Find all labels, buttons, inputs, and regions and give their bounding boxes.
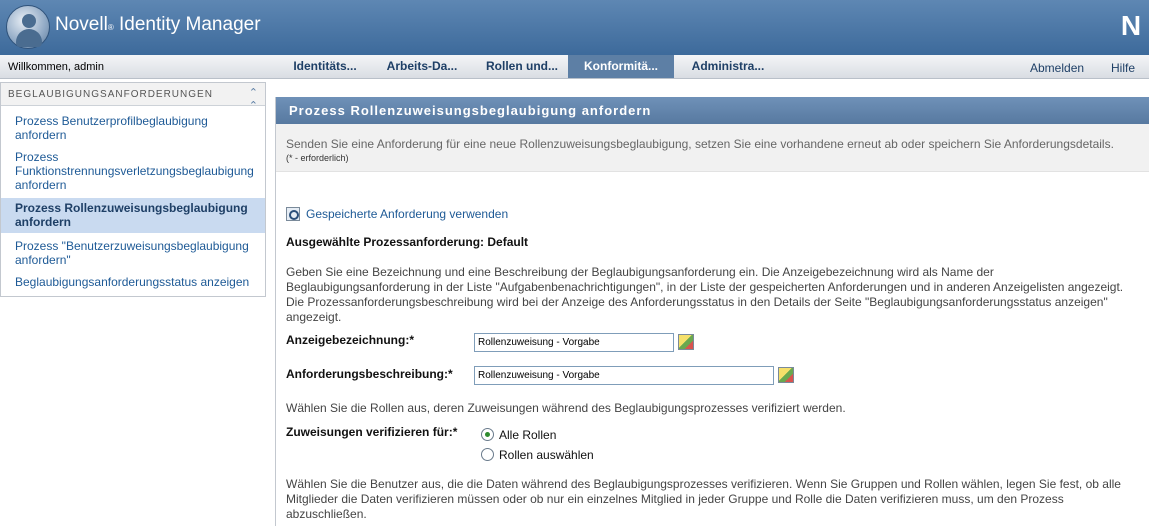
radio-select-roles[interactable]: Rollen auswählen (481, 448, 594, 462)
intro-box: Senden Sie eine Anforderung für eine neu… (276, 124, 1149, 172)
instructions-text: Geben Sie eine Bezeichnung und eine Besc… (286, 265, 1124, 324)
main-panel: Prozess Rollenzuweisungsbeglaubigung anf… (275, 97, 1149, 526)
localize-icon[interactable] (678, 334, 694, 350)
display-label: Anzeigebezeichnung:* (286, 333, 415, 347)
collapse-icon[interactable]: ⌃ ⌃ (249, 86, 259, 112)
roles-instruction: Wählen Sie die Rollen aus, deren Zuweisu… (286, 401, 846, 415)
sidebar-header: BEGLAUBIGUNGSANFORDERUNGEN ⌃ ⌃ (1, 83, 265, 112)
magnifier-icon (286, 207, 300, 221)
radio-all-roles[interactable]: Alle Rollen (481, 428, 556, 442)
display-name-input[interactable] (474, 333, 674, 352)
use-saved-label: Gespeicherte Anforderung verwenden (306, 207, 509, 221)
tab-identitaet[interactable]: Identitäts... (282, 55, 368, 78)
sidebar-item-benutzerzuweisung[interactable]: Prozess "Benutzerzuweisungsbeglaubigung … (1, 239, 265, 267)
users-instruction: Wählen Sie die Benutzer aus, die die Dat… (286, 477, 1121, 521)
app-product: Identity Manager (113, 14, 261, 35)
required-note: (* - erforderlich) (286, 153, 349, 163)
localize-icon[interactable] (778, 367, 794, 383)
verify-label: Zuweisungen verifizieren für:* (286, 425, 458, 439)
tab-administration[interactable]: Administra... (682, 55, 774, 78)
help-link[interactable]: Hilfe (1111, 61, 1135, 75)
description-input[interactable] (474, 366, 774, 385)
logout-link[interactable]: Abmelden (1030, 61, 1084, 75)
radio-all-label: Alle Rollen (499, 428, 557, 442)
welcome-text: Willkommen, admin (8, 61, 104, 73)
sidebar-item-rollenzuweisung[interactable]: Prozess Rollenzuweisungsbeglaubigung anf… (1, 198, 265, 233)
novell-logo-icon (6, 5, 50, 49)
app-title: Novell® Identity Manager (55, 14, 261, 36)
nav-bar: Willkommen, admin Identitäts... Arbeits-… (0, 55, 1149, 79)
use-saved-request-link[interactable]: Gespeicherte Anforderung verwenden (286, 207, 508, 221)
tab-rollen[interactable]: Rollen und... (476, 55, 568, 78)
panel-description: Senden Sie eine Anforderung für eine neu… (286, 137, 1114, 151)
sidebar-item-benutzerprofil[interactable]: Prozess Benutzerprofilbeglaubigung anfor… (1, 114, 265, 142)
selected-request: Ausgewählte Prozessanforderung: Default (286, 235, 529, 249)
app-header: Novell® Identity Manager N (0, 0, 1149, 55)
radio-unselected-icon[interactable] (481, 448, 494, 461)
description-label: Anforderungsbeschreibung:* (286, 367, 453, 381)
radio-selected-icon[interactable] (481, 428, 494, 441)
tab-arbeits-dashboard[interactable]: Arbeits-Da... (376, 55, 468, 78)
panel-title: Prozess Rollenzuweisungsbeglaubigung anf… (276, 97, 1149, 124)
app-name: Novell (55, 14, 108, 35)
radio-select-label: Rollen auswählen (499, 448, 594, 462)
sidebar: BEGLAUBIGUNGSANFORDERUNGEN ⌃ ⌃ Prozess Be… (0, 82, 266, 297)
novell-n-logo: N (1120, 10, 1142, 41)
sidebar-item-funktionstrennung[interactable]: Prozess Funktionstrennungsverletzungsbeg… (1, 150, 265, 192)
sidebar-title: BEGLAUBIGUNGSANFORDERUNGEN (8, 89, 213, 100)
sidebar-item-status[interactable]: Beglaubigungsanforderungsstatus anzeigen (1, 275, 265, 289)
tab-konformitaet[interactable]: Konformitä... (568, 55, 674, 78)
